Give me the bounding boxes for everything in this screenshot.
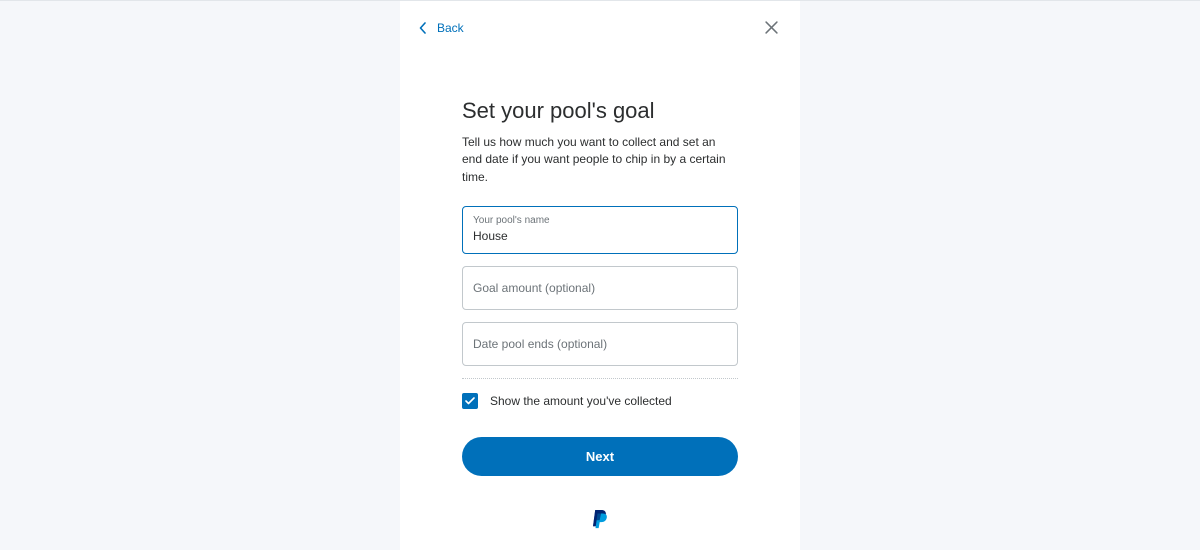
page-subtitle: Tell us how much you want to collect and… bbox=[462, 134, 738, 186]
modal-card: Back Set your pool's goal Tell us how mu… bbox=[400, 1, 800, 550]
topbar: Back bbox=[400, 13, 800, 38]
paypal-icon bbox=[591, 509, 609, 536]
pool-name-label: Your pool's name bbox=[473, 215, 727, 226]
check-icon bbox=[465, 397, 475, 405]
chevron-left-icon bbox=[418, 22, 427, 34]
end-date-field[interactable]: Date pool ends (optional) bbox=[462, 322, 738, 366]
goal-amount-placeholder: Goal amount (optional) bbox=[473, 281, 595, 295]
show-amount-checkbox[interactable] bbox=[462, 393, 478, 409]
close-button[interactable] bbox=[761, 17, 782, 38]
page-title: Set your pool's goal bbox=[462, 98, 738, 124]
back-label: Back bbox=[437, 21, 464, 35]
pool-name-field[interactable]: Your pool's name bbox=[462, 206, 738, 254]
brand-logo-wrap bbox=[400, 509, 800, 536]
divider bbox=[462, 378, 738, 379]
end-date-placeholder: Date pool ends (optional) bbox=[473, 337, 607, 351]
show-amount-label: Show the amount you've collected bbox=[490, 394, 672, 408]
show-amount-row: Show the amount you've collected bbox=[462, 393, 738, 409]
content-area: Set your pool's goal Tell us how much yo… bbox=[400, 38, 800, 476]
pool-name-input[interactable] bbox=[473, 229, 727, 243]
goal-amount-field[interactable]: Goal amount (optional) bbox=[462, 266, 738, 310]
back-button[interactable]: Back bbox=[418, 21, 464, 35]
close-icon bbox=[765, 21, 778, 34]
next-button[interactable]: Next bbox=[462, 437, 738, 476]
